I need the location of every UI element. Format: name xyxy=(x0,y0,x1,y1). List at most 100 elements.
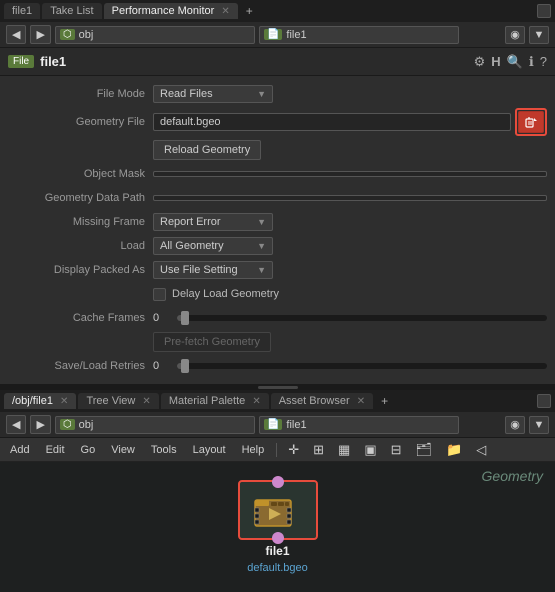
file-icon: 📄 xyxy=(264,29,282,40)
tab-asset-browser-close-icon[interactable]: ✕ xyxy=(357,396,365,407)
bottom-path-icon: ⬡ xyxy=(60,419,75,430)
file-dropdown[interactable]: 📄 file1 xyxy=(259,26,459,44)
splitter-handle xyxy=(258,386,298,389)
geometry-file-control: default.bgeo xyxy=(153,108,547,136)
save-load-slider-container: 0 xyxy=(153,360,547,372)
top-toolbar: ◀ ▶ ⬡ obj 📄 file1 ◉ ▼ xyxy=(0,22,555,48)
display-packed-select[interactable]: Use File Setting ▼ xyxy=(153,261,273,279)
bottom-pin-button[interactable]: ◉ xyxy=(505,416,525,434)
bottom-back-button[interactable]: ◀ xyxy=(6,415,26,434)
forward-button[interactable]: ▶ xyxy=(30,25,50,44)
file-header: File file1 ⚙ H 🔍 ℹ ? xyxy=(0,48,555,76)
file-type-icon: File xyxy=(8,55,34,68)
prefetch-button[interactable]: Pre-fetch Geometry xyxy=(153,332,271,352)
window-icon[interactable] xyxy=(537,4,551,18)
load-select[interactable]: All Geometry ▼ xyxy=(153,237,273,255)
h-icon[interactable]: H xyxy=(491,54,500,69)
cache-frames-slider-container: 0 xyxy=(153,312,547,324)
delay-load-checkbox[interactable] xyxy=(153,288,166,301)
tab-material-palette-close-icon[interactable]: ✕ xyxy=(252,396,260,407)
menu-view[interactable]: View xyxy=(107,442,139,458)
geometry-file-row: Geometry File default.bgeo xyxy=(0,106,555,138)
bottom-window-icon[interactable] xyxy=(537,394,551,408)
delay-load-row: Delay Load Geometry xyxy=(0,282,555,306)
tab-obj-file1[interactable]: /obj/file1 ✕ xyxy=(4,393,76,409)
save-load-row: Save/Load Retries 0 xyxy=(0,354,555,378)
browse-icon xyxy=(525,116,537,128)
search-icon[interactable]: 🔍 xyxy=(507,54,523,70)
display-packed-row: Display Packed As Use File Setting ▼ xyxy=(0,258,555,282)
layout2-icon[interactable]: ▣ xyxy=(361,441,379,459)
menu-help[interactable]: Help xyxy=(238,442,269,458)
bottom-file-dropdown[interactable]: 📄 file1 xyxy=(259,416,459,434)
select-arrow-icon: ▼ xyxy=(257,89,266,99)
menu-tools[interactable]: Tools xyxy=(147,442,181,458)
path-dropdown[interactable]: ⬡ obj xyxy=(55,26,255,44)
gear-icon[interactable]: ⚙ xyxy=(474,54,486,70)
missing-frame-row: Missing Frame Report Error ▼ xyxy=(0,210,555,234)
bottom-forward-button[interactable]: ▶ xyxy=(30,415,50,434)
reload-control: Reload Geometry xyxy=(153,140,547,160)
tab-close-icon[interactable]: ✕ xyxy=(221,6,229,17)
node-box[interactable] xyxy=(238,480,318,540)
object-mask-row: Object Mask xyxy=(0,162,555,186)
menu-layout[interactable]: Layout xyxy=(189,442,230,458)
menu-edit[interactable]: Edit xyxy=(42,442,69,458)
bottom-file-icon: 📄 xyxy=(264,419,282,430)
save-load-track[interactable] xyxy=(177,363,547,369)
bottom-tab-add-button[interactable]: + xyxy=(375,392,394,410)
geo-data-path-input[interactable] xyxy=(153,195,547,201)
layout3-icon[interactable]: ⊟ xyxy=(388,441,405,459)
missing-frame-select[interactable]: Report Error ▼ xyxy=(153,213,273,231)
menu-button[interactable]: ▼ xyxy=(529,26,549,44)
parameters-panel: File Mode Read Files ▼ Geometry File def… xyxy=(0,76,555,384)
load-label: Load xyxy=(8,240,153,252)
cache-frames-label: Cache Frames xyxy=(8,312,153,324)
help-icon[interactable]: ? xyxy=(540,54,547,69)
prefetch-row: Pre-fetch Geometry xyxy=(0,330,555,354)
grid-icon[interactable]: ⊞ xyxy=(310,441,327,459)
file-mode-select[interactable]: Read Files ▼ xyxy=(153,85,273,103)
header-icons: ⚙ H 🔍 ℹ ? xyxy=(474,54,547,70)
load-row: Load All Geometry ▼ xyxy=(0,234,555,258)
geometry-file-label: Geometry File xyxy=(8,116,153,128)
pane-icon[interactable]: 🗂 xyxy=(413,441,436,459)
browse-button[interactable] xyxy=(518,111,544,133)
geo-data-path-label: Geometry Data Path xyxy=(8,192,153,204)
pin-button[interactable]: ◉ xyxy=(505,26,525,44)
menu-bar: Add Edit Go View Tools Layout Help ✛ ⊞ ▦… xyxy=(0,438,555,462)
object-mask-input[interactable] xyxy=(153,171,547,177)
back-button[interactable]: ◀ xyxy=(6,25,26,44)
bottom-path-dropdown[interactable]: ⬡ obj xyxy=(55,416,255,434)
node-icon-svg xyxy=(253,492,303,528)
tab-tree-view[interactable]: Tree View ✕ xyxy=(78,393,158,409)
node-file: default.bgeo xyxy=(247,562,308,574)
tab-take-list[interactable]: Take List xyxy=(42,3,101,19)
save-load-value: 0 xyxy=(153,360,173,372)
save-load-thumb[interactable] xyxy=(181,359,189,373)
geometry-file-input[interactable]: default.bgeo xyxy=(153,113,511,131)
tab-tree-view-close-icon[interactable]: ✕ xyxy=(142,396,150,407)
cache-frames-thumb[interactable] xyxy=(181,311,189,325)
layout1-icon[interactable]: ▦ xyxy=(335,441,353,459)
tab-add-button[interactable]: + xyxy=(240,2,259,20)
reload-geometry-button[interactable]: Reload Geometry xyxy=(153,140,261,160)
tab-asset-browser[interactable]: Asset Browser ✕ xyxy=(271,393,373,409)
menu-go[interactable]: Go xyxy=(77,442,100,458)
arrow-icon[interactable]: ◁ xyxy=(473,441,489,459)
tab-material-palette[interactable]: Material Palette ✕ xyxy=(161,393,269,409)
menu-add[interactable]: Add xyxy=(6,442,34,458)
folder-icon[interactable]: 📁 xyxy=(443,441,465,459)
tab-file1[interactable]: file1 xyxy=(4,3,40,19)
missing-frame-label: Missing Frame xyxy=(8,216,153,228)
tab-obj-file1-close-icon[interactable]: ✕ xyxy=(60,396,68,407)
display-packed-arrow-icon: ▼ xyxy=(257,265,266,275)
bottom-menu-button[interactable]: ▼ xyxy=(529,416,549,434)
delay-load-checkbox-row: Delay Load Geometry xyxy=(153,288,279,301)
cache-frames-track[interactable] xyxy=(177,315,547,321)
snap-icon[interactable]: ✛ xyxy=(285,441,302,459)
info-icon[interactable]: ℹ xyxy=(529,54,534,70)
node-dot-bottom xyxy=(272,532,284,544)
node-container: file1 default.bgeo xyxy=(238,480,318,574)
tab-performance-monitor[interactable]: Performance Monitor ✕ xyxy=(104,3,238,19)
